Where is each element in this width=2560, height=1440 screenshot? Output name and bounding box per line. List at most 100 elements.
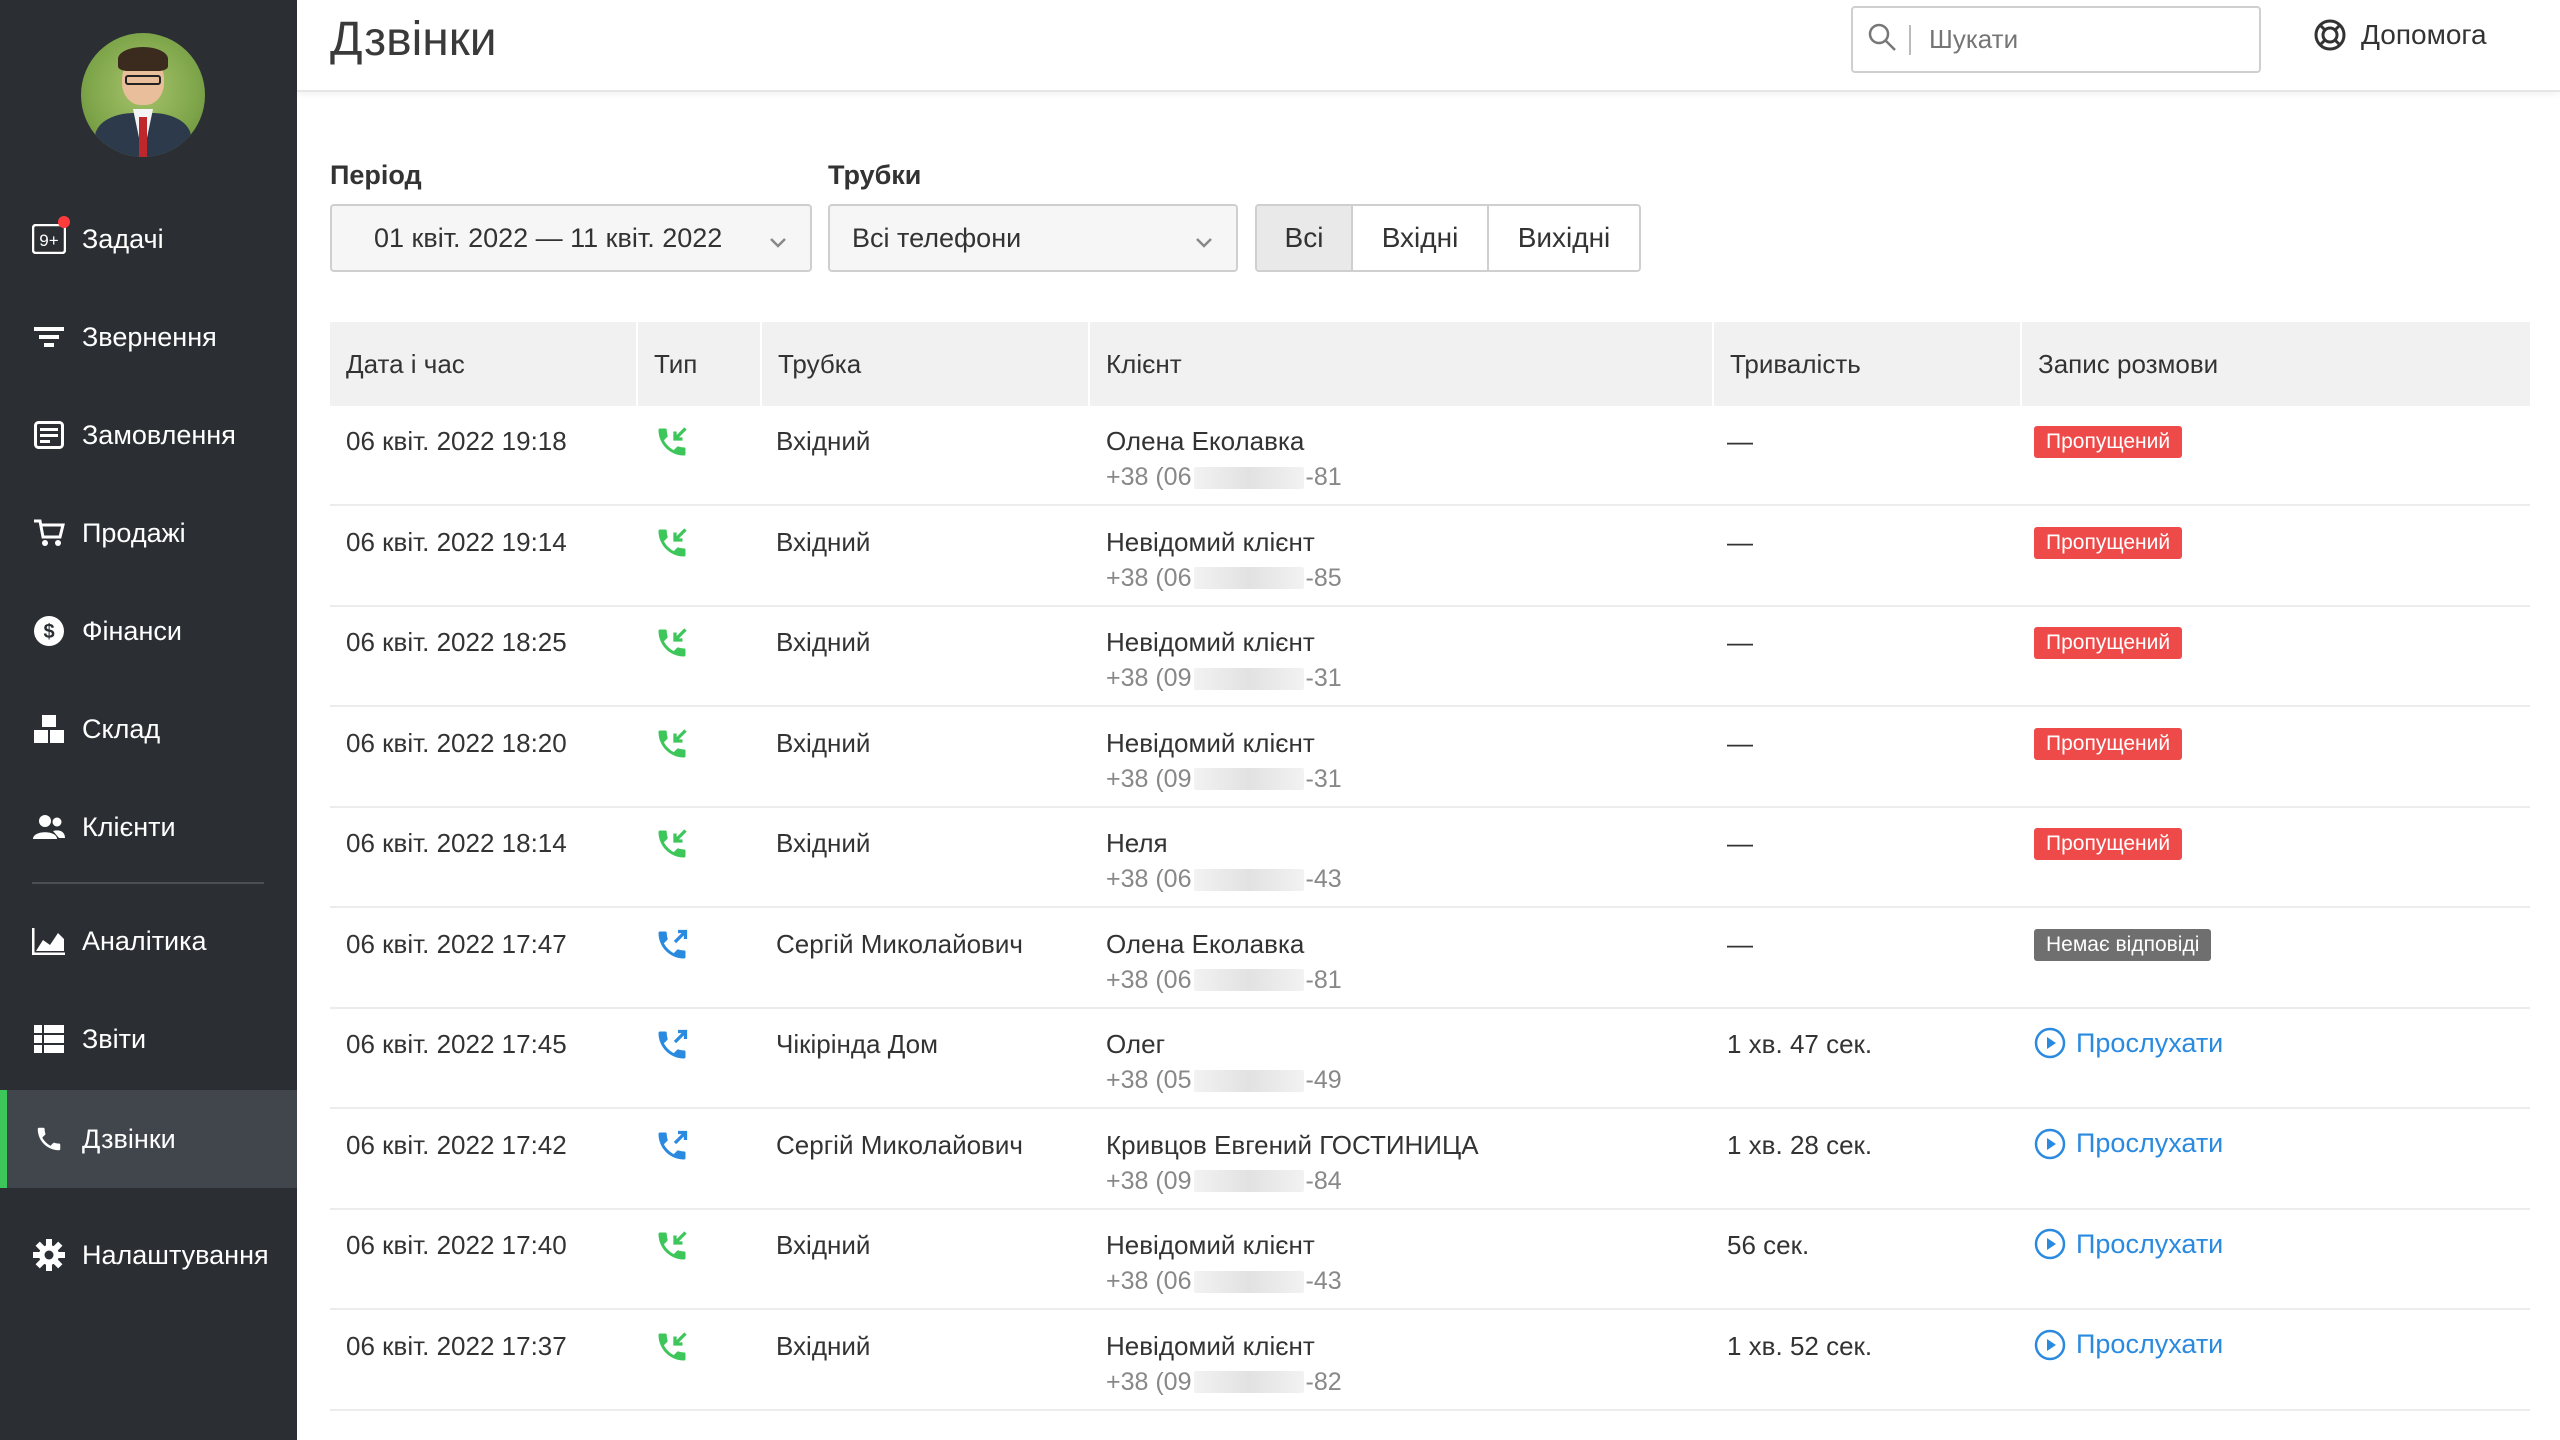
period-select[interactable]: 01 квіт. 2022 — 11 квіт. 2022 — [330, 204, 812, 272]
column-header-duration[interactable]: Тривалість — [1712, 322, 2020, 406]
segment-all[interactable]: Всі — [1257, 206, 1353, 270]
cell-client[interactable]: Невідомий клієнт +38 (09 -31 — [1106, 728, 1342, 794]
cell-client[interactable]: Олег +38 (05 -49 — [1106, 1029, 1342, 1095]
search-box[interactable] — [1851, 6, 2261, 73]
cell-duration: — — [1727, 426, 1753, 456]
segment-incoming[interactable]: Вхідні — [1353, 206, 1489, 270]
cell-datetime: 06 квіт. 2022 17:42 — [346, 1129, 567, 1160]
listen-link[interactable]: Прослухати — [2034, 1027, 2223, 1059]
cell-record: Прослухати — [2034, 1329, 2223, 1361]
period-value: 01 квіт. 2022 — 11 квіт. 2022 — [374, 222, 723, 253]
cell-handset: Сергій Миколайович — [776, 928, 1023, 959]
incoming-call-icon — [654, 424, 690, 460]
phones-select[interactable]: Всі телефони — [828, 204, 1238, 272]
table-row[interactable]: 06 квіт. 2022 19:14 Вхідний Невідомий кл… — [330, 507, 2530, 607]
incoming-call-icon — [654, 525, 690, 561]
avatar-tie — [139, 117, 147, 157]
cell-record: Прослухати — [2034, 1228, 2223, 1260]
cell-duration: — — [1727, 526, 1753, 557]
cell-record: Пропущений — [2034, 424, 2183, 458]
sidebar-item-orders[interactable]: Замовлення — [0, 386, 297, 484]
phone-prefix: +38 (06 — [1106, 563, 1192, 592]
table-row[interactable]: 06 квіт. 2022 17:45 Чікірінда Дом Олег +… — [330, 1009, 2530, 1109]
cell-datetime: 06 квіт. 2022 17:47 — [346, 928, 567, 959]
cell-datetime: 06 квіт. 2022 18:20 — [346, 727, 567, 758]
cell-datetime: 06 квіт. 2022 19:14 — [346, 526, 567, 557]
cell-datetime: 06 квіт. 2022 18:14 — [346, 828, 567, 858]
cell-duration: — — [1727, 828, 1753, 858]
table-row[interactable]: 06 квіт. 2022 17:47 Сергій Миколайович О… — [330, 909, 2530, 1009]
segment-outgoing[interactable]: Вихідні — [1489, 206, 1639, 270]
client-name: Невідомий клієнт — [1106, 1230, 1315, 1260]
column-header-type[interactable]: Тип — [636, 322, 760, 406]
listen-label: Прослухати — [2076, 1027, 2224, 1058]
cell-client[interactable]: Неля +38 (06 -43 — [1106, 828, 1342, 894]
users-icon — [32, 810, 66, 844]
sidebar-item-warehouse[interactable]: Склад — [0, 680, 297, 778]
sidebar-item-analytics[interactable]: Аналітика — [0, 892, 297, 990]
listen-link[interactable]: Прослухати — [2034, 1329, 2223, 1361]
column-header-handset[interactable]: Трубка — [760, 322, 1088, 406]
phone-redacted — [1193, 1270, 1304, 1293]
table-row[interactable]: 06 квіт. 2022 18:25 Вхідний Невідомий кл… — [330, 607, 2530, 707]
cell-duration: — — [1727, 627, 1753, 657]
cell-client[interactable]: Невідомий клієнт +38 (06 -43 — [1106, 1230, 1342, 1296]
client-name: Невідомий клієнт — [1106, 727, 1315, 758]
cell-client[interactable]: Невідомий клієнт +38 (09 -82 — [1106, 1331, 1342, 1397]
client-phone: +38 (09 -31 — [1106, 765, 1342, 794]
column-header-client[interactable]: Клієнт — [1088, 322, 1712, 406]
boxes-icon — [32, 712, 66, 746]
cell-client[interactable]: Олена Еколавка +38 (06 -81 — [1106, 929, 1342, 995]
cell-datetime: 06 квіт. 2022 19:18 — [346, 426, 567, 456]
phone-icon — [32, 1122, 66, 1156]
cell-duration: — — [1727, 928, 1753, 959]
sidebar-item-label: Аналітика — [82, 925, 207, 956]
search-input[interactable] — [1929, 24, 2229, 55]
table-row[interactable]: 06 квіт. 2022 17:40 Вхідний Невідомий кл… — [330, 1210, 2530, 1310]
sidebar: 9+ Задачі Звернення Замовлення Продажі $… — [0, 0, 297, 1440]
table-row[interactable]: 06 квіт. 2022 17:42 Сергій Миколайович К… — [330, 1110, 2530, 1210]
cell-client[interactable]: Невідомий клієнт +38 (09 -31 — [1106, 627, 1342, 693]
sidebar-item-clients[interactable]: Клієнти — [0, 778, 297, 876]
svg-text:$: $ — [43, 621, 54, 643]
cell-record: Прослухати — [2034, 1027, 2223, 1059]
sidebar-item-finance[interactable]: $ Фінанси — [0, 582, 297, 680]
client-phone: +38 (06 -81 — [1106, 463, 1342, 492]
column-header-record[interactable]: Запис розмови — [2020, 322, 2530, 406]
help-link[interactable]: Допомога — [2313, 18, 2487, 52]
sidebar-item-label: Склад — [82, 713, 161, 744]
cell-client[interactable]: Олена Еколавка +38 (06 -81 — [1106, 426, 1342, 492]
page-title: Дзвінки — [330, 13, 497, 66]
avatar[interactable] — [81, 33, 205, 157]
table-row[interactable]: 06 квіт. 2022 18:20 Вхідний Невідомий кл… — [330, 708, 2530, 808]
column-header-datetime[interactable]: Дата і час — [330, 322, 636, 406]
sidebar-item-label: Дзвінки — [82, 1123, 176, 1154]
client-name: Невідомий клієнт — [1106, 526, 1315, 557]
cell-handset: Вхідний — [776, 727, 871, 758]
listen-link[interactable]: Прослухати — [2034, 1228, 2223, 1260]
cell-handset: Вхідний — [776, 426, 871, 456]
table-row[interactable]: 06 квіт. 2022 18:14 Вхідний Неля +38 (06… — [330, 808, 2530, 908]
status-badge-missed: Пропущений — [2034, 526, 2183, 559]
search-separator — [1909, 24, 1911, 55]
phone-redacted — [1193, 667, 1304, 690]
table-row[interactable]: 06 квіт. 2022 17:37 Вхідний Невідомий кл… — [330, 1311, 2530, 1411]
sidebar-item-sales[interactable]: Продажі — [0, 484, 297, 582]
outgoing-call-icon — [654, 927, 690, 963]
cell-client[interactable]: Кривцов Евгений ГОСТИНИЦА +38 (09 -84 — [1106, 1130, 1479, 1196]
sidebar-item-reports[interactable]: Звіти — [0, 990, 297, 1088]
phone-suffix: -31 — [1305, 764, 1342, 793]
sidebar-item-requests[interactable]: Звернення — [0, 288, 297, 386]
phone-suffix: -43 — [1305, 865, 1342, 893]
table-row[interactable]: 06 квіт. 2022 19:18 Вхідний Олена Еколав… — [330, 406, 2530, 506]
phone-redacted — [1193, 567, 1304, 589]
listen-link[interactable]: Прослухати — [2034, 1128, 2223, 1160]
client-phone: +38 (06 -43 — [1106, 865, 1342, 894]
cell-handset: Вхідний — [776, 627, 871, 657]
cell-client[interactable]: Невідомий клієнт +38 (06 -85 — [1106, 527, 1342, 593]
sidebar-item-calls[interactable]: Дзвінки — [0, 1090, 297, 1188]
cell-duration: 1 хв. 47 сек. — [1727, 1029, 1873, 1059]
sidebar-item-tasks[interactable]: 9+ Задачі — [0, 190, 297, 288]
cell-datetime: 06 квіт. 2022 17:40 — [346, 1230, 567, 1260]
sidebar-item-settings[interactable]: Налаштування — [0, 1206, 297, 1304]
